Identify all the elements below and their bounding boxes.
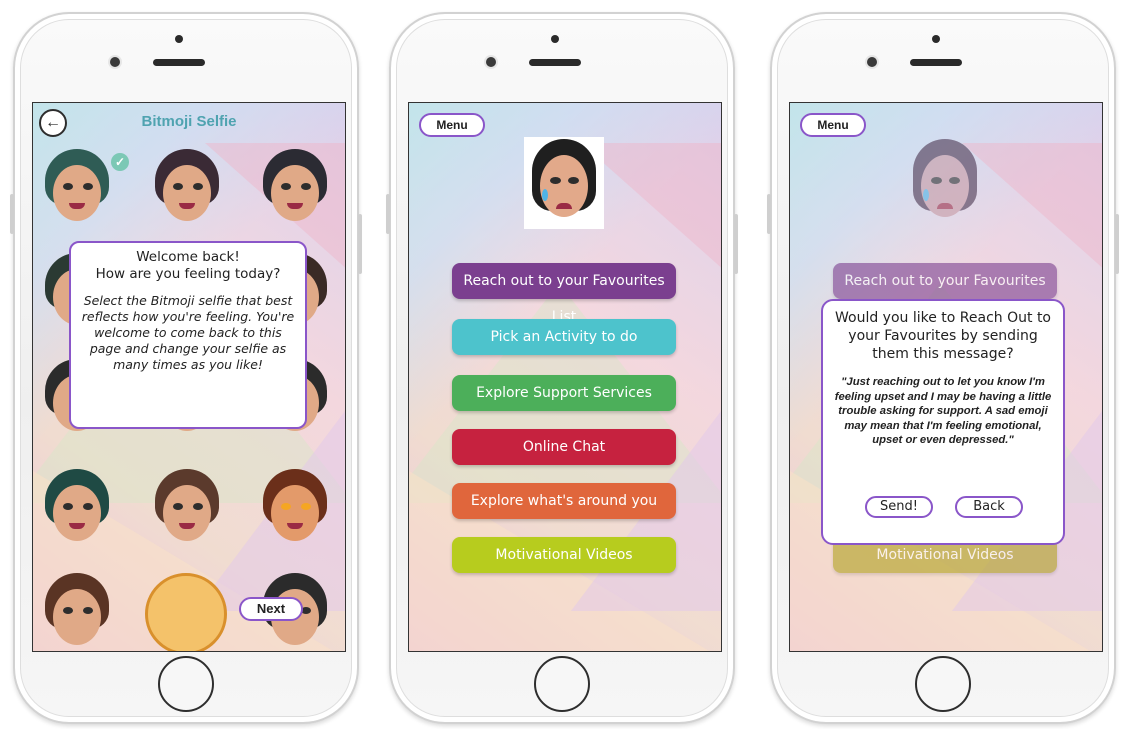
welcome-heading: Welcome back! How are you feeling today?	[95, 249, 281, 282]
power-button	[734, 214, 738, 274]
sensor-dot	[932, 35, 940, 43]
bitmoji-selfie[interactable]	[41, 573, 113, 651]
menu-item-favourites[interactable]: Reach out to your Favourites List	[833, 263, 1057, 325]
power-button	[1115, 214, 1119, 274]
selected-check-icon: ✓	[111, 153, 129, 171]
bitmoji-selfie[interactable]	[145, 573, 227, 651]
bitmoji-selfie[interactable]	[259, 149, 331, 235]
menu-button[interactable]: Menu	[800, 113, 866, 137]
home-button[interactable]	[915, 656, 971, 712]
phone-frame-2: Menu Reach out to your Favourites List P…	[386, 12, 738, 724]
phone-frame-1: ← Bitmoji Selfie ✓ Welcome back! How are…	[10, 12, 362, 724]
dialog-question: Would you like to Reach Out to your Favo…	[834, 310, 1051, 362]
volume-button	[10, 194, 14, 234]
back-button[interactable]: Back	[955, 496, 1023, 518]
bitmoji-selfie[interactable]	[259, 469, 331, 555]
home-button[interactable]	[158, 656, 214, 712]
menu-item-online-chat[interactable]: Online Chat	[452, 429, 676, 465]
menu-item-favourites[interactable]: Reach out to your Favourites List	[452, 263, 676, 325]
sensor-dot	[551, 35, 559, 43]
sensor-dot	[175, 35, 183, 43]
bitmoji-selfie[interactable]	[151, 469, 223, 555]
bitmoji-selfie[interactable]	[41, 149, 113, 235]
menu-item-support-services[interactable]: Explore Support Services	[452, 375, 676, 411]
bitmoji-selfie[interactable]	[41, 469, 113, 555]
welcome-body: Select the Bitmoji selfie that best refl…	[81, 293, 295, 372]
volume-button	[386, 194, 390, 234]
send-button[interactable]: Send!	[865, 496, 933, 518]
menu-item-explore-around[interactable]: Explore what's around you	[452, 483, 676, 519]
next-button[interactable]: Next	[239, 597, 303, 621]
speaker-grille	[529, 59, 581, 66]
camera-icon	[110, 57, 120, 67]
user-bitmoji-avatar	[905, 137, 985, 229]
screen-reach-out: Menu Reach out to your Favourites List M…	[789, 102, 1103, 652]
menu-button[interactable]: Menu	[419, 113, 485, 137]
camera-icon	[486, 57, 496, 67]
screen-menu: Menu Reach out to your Favourites List P…	[408, 102, 722, 652]
screen-bitmoji-selfie: ← Bitmoji Selfie ✓ Welcome back! How are…	[32, 102, 346, 652]
menu-item-activity[interactable]: Pick an Activity to do	[452, 319, 676, 355]
phone-frame-3: Menu Reach out to your Favourites List M…	[767, 12, 1119, 724]
camera-icon	[867, 57, 877, 67]
power-button	[358, 214, 362, 274]
page-title: Bitmoji Selfie	[141, 113, 237, 130]
speaker-grille	[910, 59, 962, 66]
home-button[interactable]	[534, 656, 590, 712]
dialog-message: "Just reaching out to let you know I'm f…	[834, 376, 1052, 446]
volume-button	[767, 194, 771, 234]
bitmoji-selfie[interactable]	[151, 149, 223, 235]
welcome-dialog: Welcome back! How are you feeling today?…	[69, 241, 307, 429]
reach-out-dialog: Would you like to Reach Out to your Favo…	[821, 299, 1065, 545]
speaker-grille	[153, 59, 205, 66]
menu-item-motivational-videos[interactable]: Motivational Videos	[452, 537, 676, 573]
user-bitmoji-avatar	[524, 137, 604, 229]
